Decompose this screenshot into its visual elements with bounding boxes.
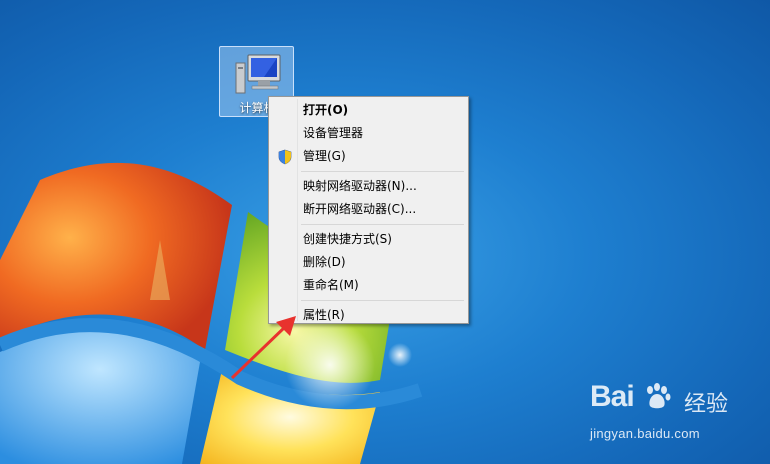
menu-item-open[interactable]: 打开(O) [271,99,466,122]
menu-separator [301,221,466,228]
watermark-url: jingyan.baidu.com [590,426,700,441]
desktop: 计算机 打开(O) 设备管理器 管理(G) 映射网络驱动器(N)... 断开网络… [0,0,770,464]
menu-item-properties[interactable]: 属性(R) [271,304,466,327]
menu-item-rename[interactable]: 重命名(M) [271,274,466,297]
context-menu: 打开(O) 设备管理器 管理(G) 映射网络驱动器(N)... 断开网络驱动器(… [268,96,469,324]
uac-shield-icon [278,149,292,165]
menu-item-manage[interactable]: 管理(G) [271,145,466,168]
watermark-brand: Bai [590,380,635,413]
menu-item-delete[interactable]: 删除(D) [271,251,466,274]
baidu-paw-icon [647,383,671,409]
baidu-jingyan-watermark: Bai 经验 jingyan.baidu.com [588,380,763,450]
watermark-brand-suffix: 经验 [684,392,729,417]
menu-separator [301,168,466,175]
computer-icon [235,54,281,94]
menu-item-create-shortcut[interactable]: 创建快捷方式(S) [271,228,466,251]
menu-item-manage-label: 管理(G) [303,149,346,163]
menu-item-disconnect-network-drive[interactable]: 断开网络驱动器(C)... [271,198,466,221]
menu-item-device-manager[interactable]: 设备管理器 [271,122,466,145]
menu-item-map-network-drive[interactable]: 映射网络驱动器(N)... [271,175,466,198]
menu-separator [301,297,466,304]
